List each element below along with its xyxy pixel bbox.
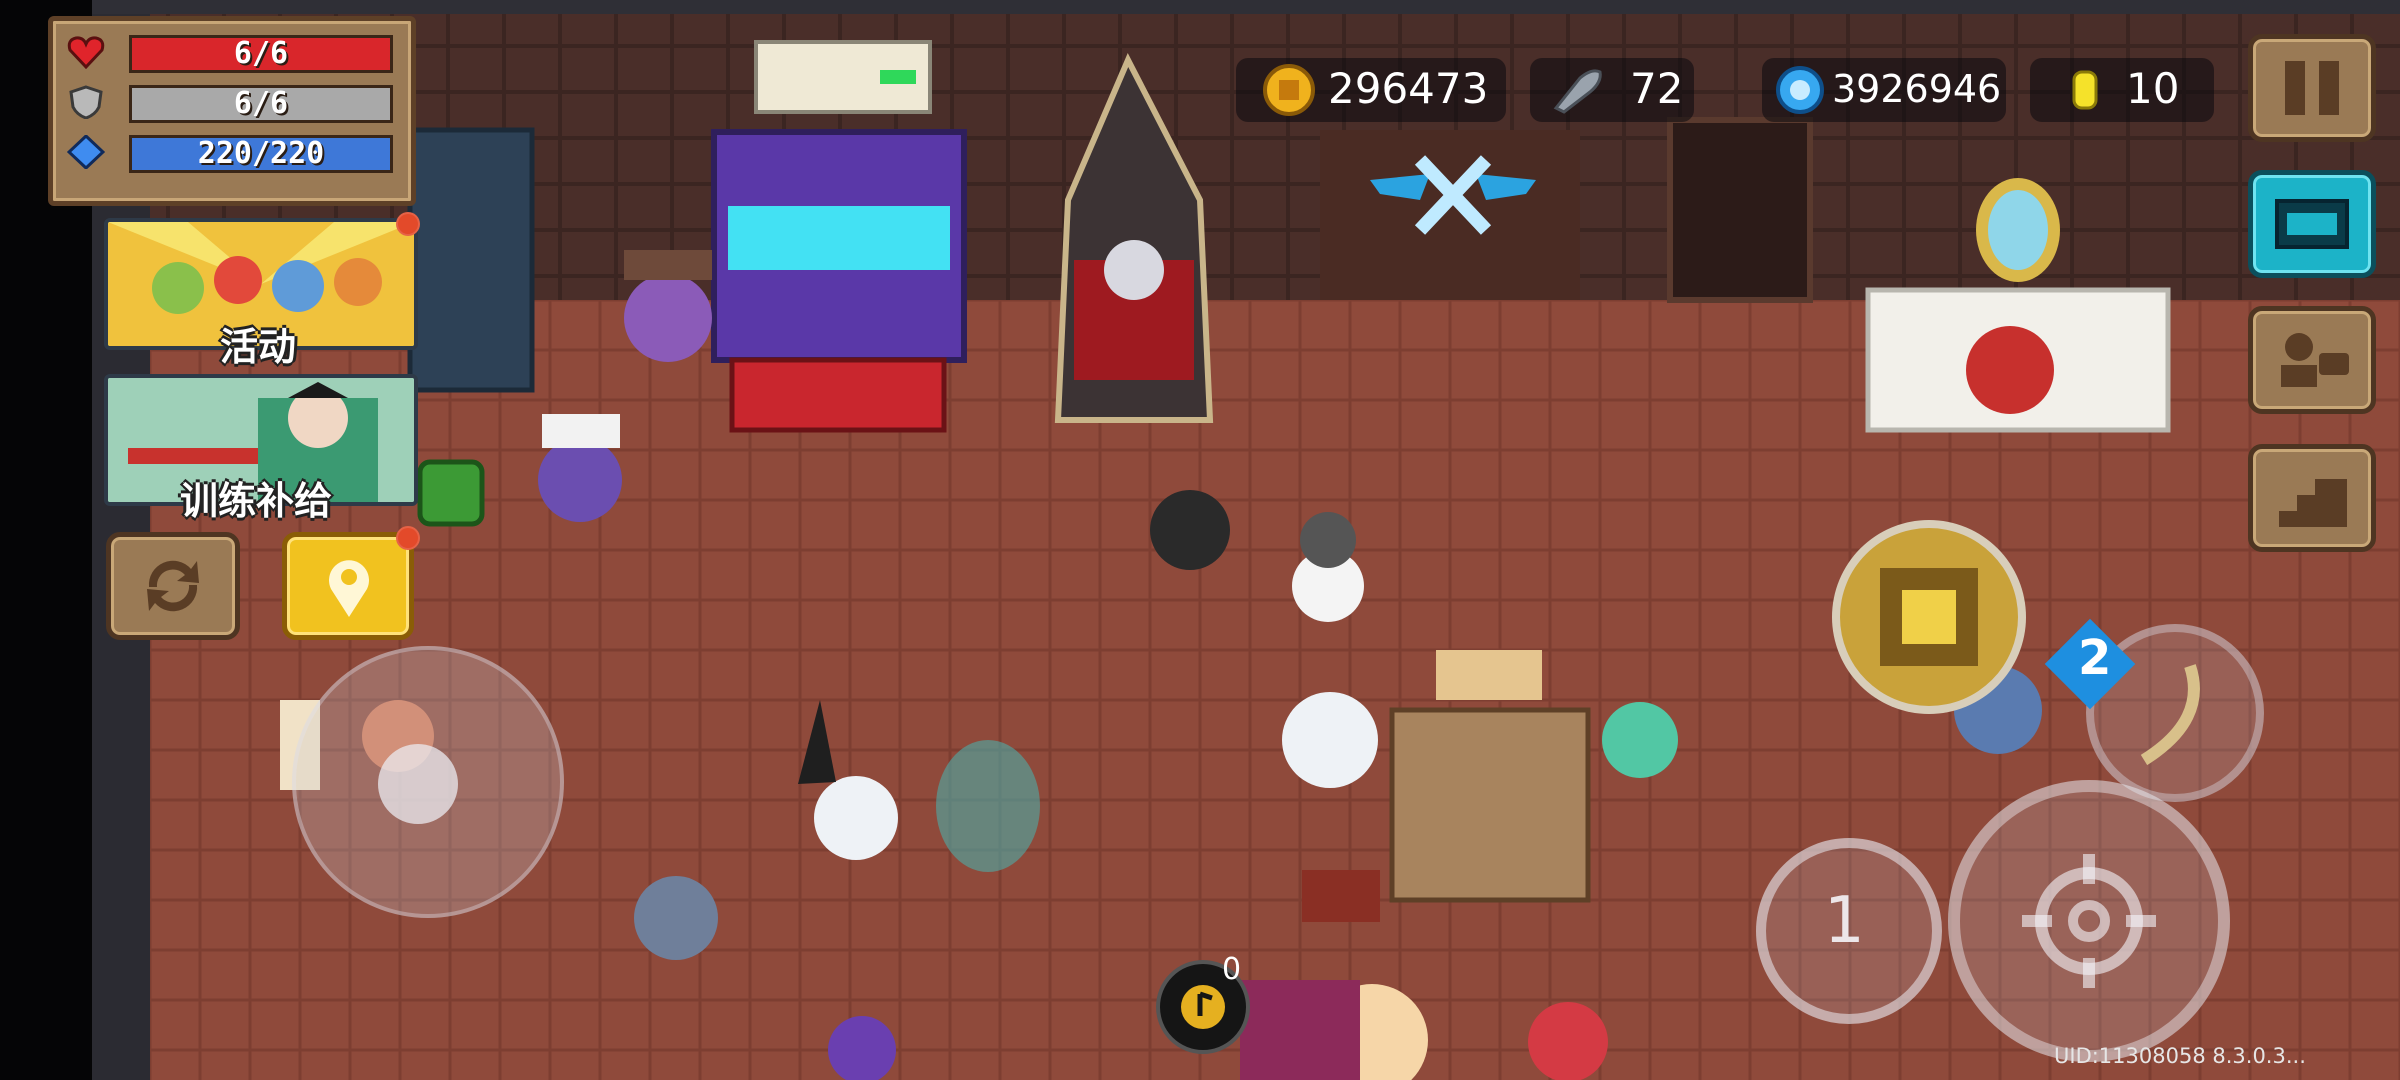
gold-coin-icon [1263,64,1315,116]
coin-icon [2072,70,2098,110]
training-label: 训练补给 [180,479,333,523]
weapon-grid-icon [1880,568,1978,666]
hp-row: 6/6 [65,31,395,73]
music-badge: 0 [1222,952,1242,987]
game-scene: 6/6 6/6 220/220 296473 72 3926946 10 活动 … [0,0,2400,1080]
coin-counter: 10 [2030,58,2214,122]
energy-icon [67,135,105,169]
stats-panel: 6/6 6/6 220/220 [48,16,416,206]
shield-icon [69,85,103,119]
armor-bar: 6/6 [129,85,393,123]
gold-value: 296473 [1328,64,1489,113]
stairs-button[interactable] [2248,444,2376,552]
activity-label: 活动 [220,325,297,369]
energy-bar: 220/220 [129,135,393,173]
weapon-badge: 2 [2078,630,2112,686]
pause-icon [2285,61,2339,115]
armor-row: 6/6 [65,81,395,123]
fish-icon [1553,69,1602,114]
fish-value: 72 [1630,64,1684,113]
map-pin-icon [329,560,369,617]
crosshair-icon [2022,854,2156,988]
crossed-swords-icon[interactable] [1370,150,1536,240]
energy-text: 220/220 [197,136,325,171]
profile-button[interactable] [2248,306,2376,414]
bow-icon [2140,664,2200,766]
monitor-icon [2275,199,2349,249]
stairs-icon [2279,479,2347,527]
heart-icon [67,36,105,69]
uid-label: UID:11308058 8.3.0.3... [2054,1044,2306,1068]
armor-text: 6/6 [233,86,289,121]
gem-icon [1776,66,1824,114]
hp-bar: 6/6 [129,35,393,73]
activity-notification-dot [396,212,420,236]
joystick-knob[interactable] [378,744,458,824]
screen-button[interactable] [2248,170,2376,278]
coin-value: 10 [2126,64,2180,113]
weapon-slot-button[interactable] [1832,520,2026,714]
attack-button[interactable] [1948,780,2230,1062]
energy-row: 220/220 [65,131,395,173]
gem-counter: 3926946 [1762,58,2006,122]
fish-counter: 72 [1530,58,1694,122]
gold-counter: 296473 [1236,58,1506,122]
gem-value: 3926946 [1832,67,2002,111]
profile-chat-icon [2281,333,2349,387]
location-button[interactable] [282,532,414,640]
switch-button[interactable] [106,532,240,640]
skill-button[interactable]: 1 [1756,838,1942,1024]
pause-button[interactable] [2248,34,2376,142]
refresh-icon [147,560,199,612]
skill-count: 1 [1824,884,1865,958]
location-notification-dot [396,526,420,550]
music-note-icon [1181,985,1225,1029]
hp-text: 6/6 [233,36,289,71]
